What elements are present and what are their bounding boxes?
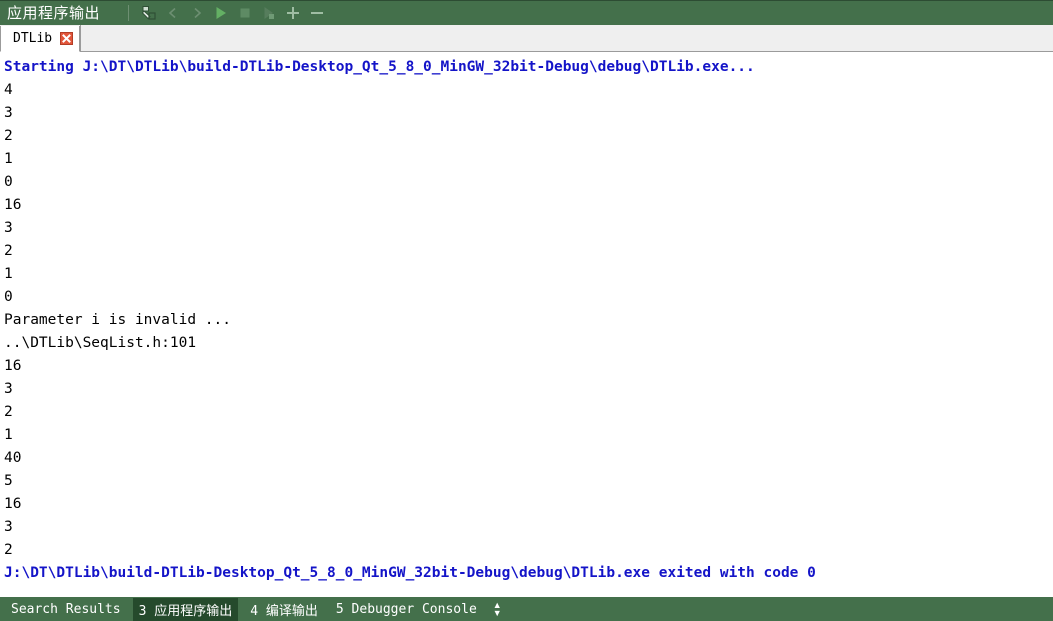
- console-output-line: 16: [4, 197, 22, 213]
- page-title: 应用程序输出: [7, 3, 101, 22]
- console-output-line: 0: [4, 289, 13, 305]
- console-output-line: 1: [4, 151, 13, 167]
- clear-pane-icon[interactable]: [137, 1, 161, 25]
- output-pane-toggle-icon[interactable]: ▲ ▼: [492, 601, 502, 618]
- console-output-line: 3: [4, 220, 13, 236]
- console-output-line: 16: [4, 496, 22, 512]
- console-output-line: 3: [4, 105, 13, 121]
- tab-bar-filler: [80, 25, 1053, 51]
- console-output-line: 3: [4, 381, 13, 397]
- console-output-line: 0: [4, 174, 13, 190]
- console-output-line: 2: [4, 542, 13, 558]
- status-item-1[interactable]: 3 应用程序输出: [132, 597, 239, 621]
- status-item-0[interactable]: Search Results: [5, 600, 127, 619]
- console-output-line: Parameter i is invalid ...: [4, 312, 231, 328]
- tab-bar: DTLib: [0, 25, 1053, 52]
- console-output-line: 2: [4, 128, 13, 144]
- stop-icon[interactable]: [233, 1, 257, 25]
- console-output-line: 2: [4, 404, 13, 420]
- pane-header: 应用程序输出: [0, 0, 1053, 25]
- chevron-down-icon: ▼: [492, 608, 502, 618]
- chevron-left-icon[interactable]: [161, 1, 185, 25]
- application-output-console[interactable]: Starting J:\DT\DTLib\build-DTLib-Desktop…: [0, 52, 1053, 597]
- close-icon[interactable]: [60, 32, 74, 45]
- tab-label: DTLib: [13, 31, 53, 46]
- toolbar-separator: [128, 5, 130, 21]
- console-output-line: 5: [4, 473, 13, 489]
- status-bar: Search Results 3 应用程序输出 4 编译输出 5 Debugger C…: [0, 597, 1053, 621]
- status-item-2[interactable]: 4 编译输出: [244, 598, 324, 621]
- console-output-line: 4: [4, 82, 13, 98]
- zoom-in-icon[interactable]: [281, 1, 305, 25]
- tab-dtlib[interactable]: DTLib: [0, 26, 81, 52]
- status-item-3[interactable]: 5 Debugger Console: [330, 600, 483, 619]
- console-output-line: 1: [4, 266, 13, 282]
- toolbar: [128, 1, 329, 25]
- console-output-line: 2: [4, 243, 13, 259]
- console-message-line: J:\DT\DTLib\build-DTLib-Desktop_Qt_5_8_0…: [4, 565, 816, 581]
- zoom-out-icon[interactable]: [305, 1, 329, 25]
- console-output-line: 3: [4, 519, 13, 535]
- console-output-line: 16: [4, 358, 22, 374]
- chevron-right-icon[interactable]: [185, 1, 209, 25]
- console-output-line: ..\DTLib\SeqList.h:101: [4, 335, 197, 351]
- run-icon[interactable]: [209, 1, 233, 25]
- rerun-icon[interactable]: [257, 1, 281, 25]
- console-message-line: Starting J:\DT\DTLib\build-DTLib-Desktop…: [4, 59, 755, 75]
- console-output-line: 40: [4, 450, 22, 466]
- console-output-line: 1: [4, 427, 13, 443]
